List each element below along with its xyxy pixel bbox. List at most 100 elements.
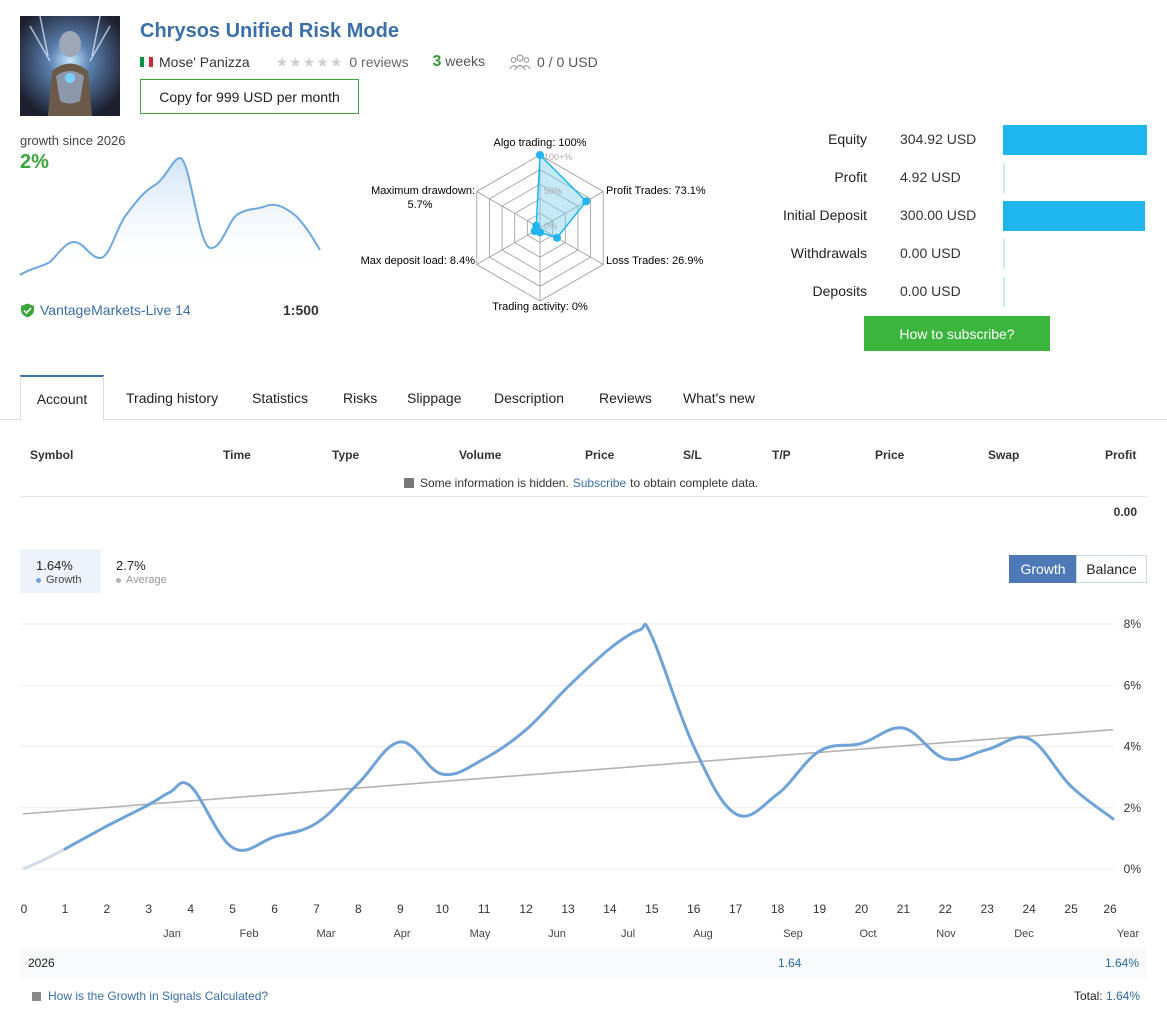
signal-avatar [20,16,120,116]
italy-flag-icon [140,57,153,67]
month-label: Year [1117,928,1140,940]
stat-name: Equity [828,131,867,147]
radar-spoke [476,227,541,265]
x-tick-label: 12 [519,902,533,916]
stat-row-initial-deposit: Initial Deposit 300.00 USD [740,201,1150,231]
stat-value: 300.00 USD [900,207,977,223]
month-label: Nov [936,928,956,940]
tab-account[interactable]: Account [20,375,104,421]
x-tick-label: 11 [478,902,491,916]
total-profit-value: 0.00 [1113,505,1137,519]
tab-slippage[interactable]: Slippage [407,375,462,420]
x-axis-ticks: 0 1 2 3 4 5 6 7 8 9 10 11 12 13 14 15 16 17 18 19 20 21 22 23 24… [21,902,1117,916]
x-tick-label: 18 [771,902,785,916]
legend-average[interactable]: 2.7% Average [100,549,180,593]
table-divider [20,496,1147,497]
y-tick-label: 0% [1124,862,1142,876]
info-icon [32,991,41,1001]
x-tick-label: 15 [645,902,659,916]
legend-growth[interactable]: 1.64% Growth [20,549,101,593]
month-label: Jun [548,928,566,940]
stat-bar [1003,239,1005,269]
growth-calculation-link[interactable]: How is the Growth in Signals Calculated? [32,989,268,1003]
stat-name: Withdrawals [790,245,867,261]
col-profit: Profit [1105,448,1137,462]
legend-growth-name: Growth [46,574,82,586]
stat-name: Initial Deposit [782,207,867,223]
y-tick-label: 6% [1124,678,1142,692]
x-tick-label: 4 [187,902,194,916]
lock-icon [404,478,414,488]
month-label: Dec [1014,928,1034,940]
broker-server[interactable]: VantageMarkets-Live 14 [20,302,191,318]
verified-shield-icon [21,303,34,317]
radar-point [536,151,544,159]
tab-trading-history[interactable]: Trading history [126,375,218,420]
col-sl: S/L [683,448,702,462]
growth-toggle-button[interactable]: Growth [1009,555,1077,583]
radar-scale-low: 0% [544,221,557,231]
hidden-info-suffix: to obtain complete data. [630,476,759,490]
how-to-subscribe-button[interactable]: How to subscribe? [864,316,1050,351]
mini-growth-area [20,158,320,280]
radar-label-profit: Profit Trades: 73.1% [606,185,706,197]
y-tick-label: 2% [1124,801,1142,815]
september-value: 1.64 [778,956,802,970]
col-time: Time [223,448,251,462]
x-tick-label: 20 [855,902,869,916]
stat-value: 304.92 USD [900,131,977,147]
legend-growth-value: 1.64% [36,558,73,573]
legend-growth-label: Growth [36,574,81,586]
month-labels: Jan Feb Mar Apr May Jun Jul Aug Sep Oct Nov Dec Year [163,928,1139,940]
radar-label-drawdown: Maximum drawdown: [371,185,475,197]
subscribe-link[interactable]: Subscribe [573,476,626,490]
month-label: Mar [317,928,336,940]
stat-bar [1003,277,1005,307]
radar-scale-top: 100+% [544,152,572,162]
col-tp: T/P [772,448,791,462]
tab-reviews[interactable]: Reviews [599,375,652,420]
x-tick-label: 2 [104,902,111,916]
month-label: Aug [693,928,713,940]
legend-average-name: Average [126,574,167,586]
col-close-price: Price [875,448,905,462]
hidden-info-text: Some information is hidden. [420,476,569,490]
radar-label-algo: Algo trading: 100% [494,137,587,149]
radar-scale-mid: 50% [544,186,562,196]
month-label: Feb [240,928,259,940]
month-label: May [470,928,491,940]
col-price: Price [585,448,615,462]
year-summary-row: 2026 1.64 1.64% [20,948,1147,978]
x-tick-label: 7 [313,902,320,916]
x-tick-label: 1 [62,902,69,916]
y-tick-label: 4% [1124,740,1142,754]
balance-toggle-button[interactable]: Balance [1076,555,1147,583]
author-name[interactable]: Mose' Panizza [159,54,250,70]
x-tick-label: 14 [603,902,617,916]
x-tick-label: 24 [1022,902,1036,916]
tab-statistics[interactable]: Statistics [252,375,308,420]
tab-whats-new[interactable]: What's new [683,375,755,420]
month-label: Jan [163,928,181,940]
year-label: 2026 [28,956,55,970]
reviews-count[interactable]: 0 reviews [349,54,408,70]
signal-title[interactable]: Chrysos Unified Risk Mode [140,20,399,43]
radar-point [553,233,562,242]
tab-risks[interactable]: Risks [343,375,377,420]
stat-value: 0.00 USD [900,283,961,299]
total-growth: Total: 1.64% [1074,989,1140,1003]
radar-value-polygon [533,153,588,239]
weeks-label: weeks [441,53,485,69]
x-tick-label: 25 [1064,902,1078,916]
tab-description[interactable]: Description [494,375,564,420]
total-label: Total: [1073,989,1106,1003]
stat-row-deposits: Deposits 0.00 USD [740,277,1150,307]
y-tick-label: 8% [1124,617,1142,631]
growth-calculation-text: How is the Growth in Signals Calculated? [48,989,269,1003]
risk-radar-chart: 100+% 50% 0% Algo trading: 100% Profit T… [361,137,706,313]
copy-signal-button[interactable]: Copy for 999 USD per month [140,79,359,114]
signal-meta: Mose' Panizza ★★★★★ 0 reviews 3 weeks 0 … [140,52,598,72]
x-tick-label: 13 [561,902,575,916]
rating-stars-icon: ★★★★★ [275,53,344,70]
growth-line-start [22,847,66,871]
